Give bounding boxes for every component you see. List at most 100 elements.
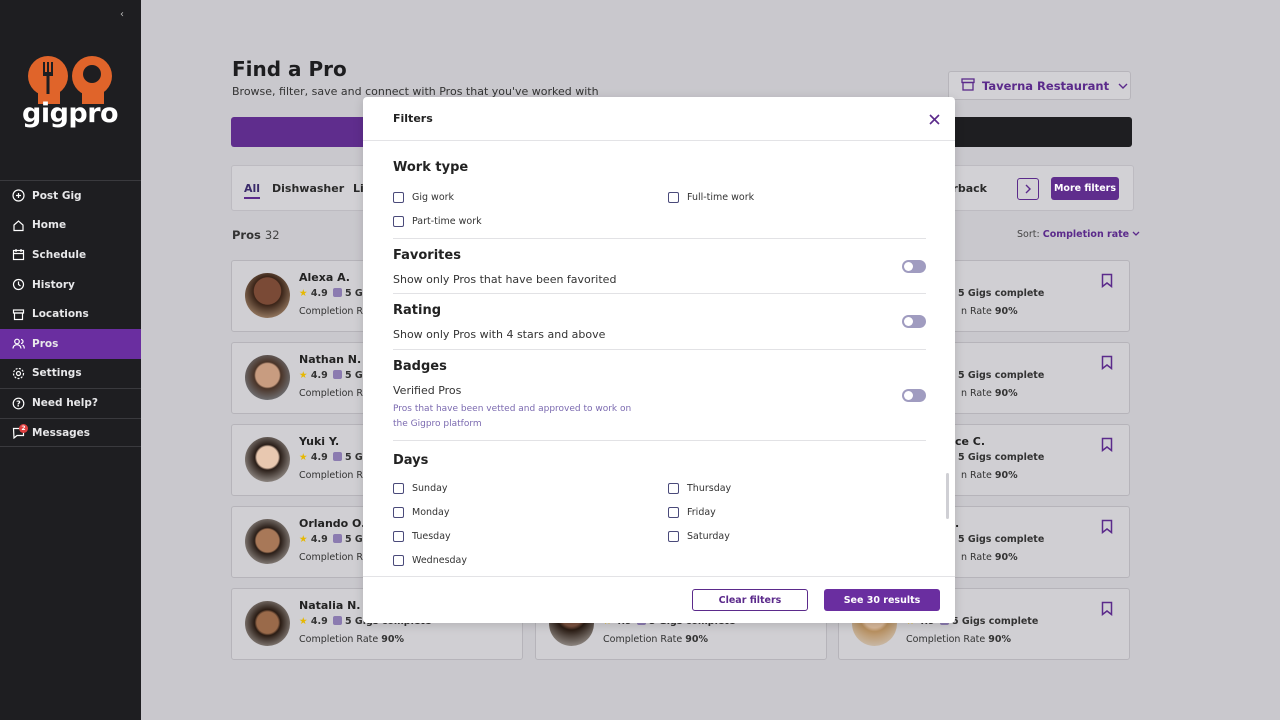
chevron-down-icon	[1132, 231, 1140, 236]
banner-dark[interactable]	[955, 117, 1132, 147]
checkbox-thursday[interactable]: Thursday	[668, 483, 731, 494]
logo-text: gigpro	[22, 98, 119, 129]
tab-dishwasher[interactable]: Dishwasher	[272, 182, 344, 195]
users-icon	[11, 337, 25, 351]
verified-pros-toggle[interactable]	[902, 389, 926, 402]
pro-name: ce C.	[955, 435, 986, 448]
completion-value: 90%	[381, 634, 404, 645]
checkbox[interactable]	[668, 531, 679, 542]
checkbox[interactable]	[393, 507, 404, 518]
checkbox[interactable]	[393, 192, 404, 203]
modal-scrollbar[interactable]	[946, 473, 949, 519]
checkbox-gig-work[interactable]: Gig work	[393, 192, 454, 203]
completion-rate: Completion Rate 90%	[906, 634, 1011, 645]
tabs-next-button[interactable]	[1017, 178, 1039, 200]
gigs-complete: 5 Gigs complete	[958, 452, 1045, 463]
completion-label: n Rate	[961, 470, 992, 481]
bookmark-icon[interactable]	[1101, 273, 1113, 292]
svg-text:?: ?	[16, 399, 21, 408]
bookmark-icon[interactable]	[1101, 601, 1113, 620]
checkbox[interactable]	[668, 192, 679, 203]
gigs-complete: 5 G	[345, 534, 363, 545]
checkbox-sunday[interactable]: Sunday	[393, 483, 448, 494]
completion-value: 90%	[994, 552, 1018, 563]
section-title: Badges	[393, 359, 447, 374]
completion-value: 90%	[994, 388, 1018, 399]
star-icon: ★	[299, 616, 308, 627]
completion-rate: Completion Rate 90%	[603, 634, 708, 645]
checkbox-tuesday[interactable]: Tuesday	[393, 531, 451, 542]
pros-count: Pros 32	[232, 228, 280, 242]
tab-all[interactable]: All	[244, 182, 261, 199]
completion-rate: n Rate 90%	[961, 306, 1018, 317]
favorites-toggle[interactable]	[902, 260, 926, 273]
sidebar-item-help[interactable]: ? Need help?	[0, 388, 141, 418]
sidebar-item-locations[interactable]: Locations	[0, 299, 141, 329]
check-icon	[332, 534, 342, 543]
sort-dropdown[interactable]: Sort: Completion rate	[1017, 229, 1140, 240]
pro-rating: ★ 4.9 5 G	[299, 452, 363, 463]
checkbox[interactable]	[668, 507, 679, 518]
checkbox-full-time-work[interactable]: Full-time work	[668, 192, 754, 203]
sidebar-item-post-gig[interactable]: Post Gig	[0, 181, 141, 211]
bookmark-icon[interactable]	[1101, 437, 1113, 456]
rating-section: Rating	[393, 303, 926, 318]
checkbox[interactable]	[393, 216, 404, 227]
sidebar-item-home[interactable]: Home	[0, 211, 141, 241]
checkbox-saturday[interactable]: Saturday	[668, 531, 730, 542]
completion-label: Completion Rate	[906, 634, 986, 645]
checkbox-friday[interactable]: Friday	[668, 507, 716, 518]
bookmark-icon[interactable]	[1101, 355, 1113, 374]
work-type-section: Work type	[393, 160, 926, 175]
sort-label: Sort:	[1017, 229, 1040, 240]
checkbox[interactable]	[393, 483, 404, 494]
pro-name: Alexa A.	[299, 271, 350, 284]
sidebar-item-history[interactable]: History	[0, 270, 141, 300]
sidebar-item-settings[interactable]: Settings	[0, 359, 141, 389]
checkbox-part-time-work[interactable]: Part-time work	[393, 216, 482, 227]
completion-rate: Completion R	[299, 552, 364, 563]
sidebar-item-label: History	[32, 278, 75, 291]
sidebar-item-messages[interactable]: 2 Messages	[0, 417, 141, 448]
checkbox[interactable]	[393, 531, 404, 542]
sidebar-nav: Post Gig Home Schedule History Locations	[0, 180, 141, 448]
checkbox[interactable]	[668, 483, 679, 494]
sidebar-item-pros[interactable]: Pros	[0, 328, 141, 359]
clear-filters-button[interactable]: Clear filters	[692, 589, 808, 611]
section-title: Work type	[393, 160, 469, 175]
close-icon[interactable]	[929, 111, 940, 129]
bookmark-icon[interactable]	[1101, 519, 1113, 538]
calendar-icon	[11, 248, 25, 262]
pros-count-value: 32	[264, 228, 280, 242]
pro-name: Orlando O.	[299, 517, 366, 530]
rating-value: 4.9	[310, 370, 328, 381]
page-title: Find a Pro	[232, 57, 347, 81]
restaurant-selector[interactable]: Taverna Restaurant	[948, 71, 1131, 100]
more-filters-button[interactable]: More filters	[1051, 177, 1119, 200]
chevron-left-icon[interactable]: ‹	[120, 9, 124, 20]
banner[interactable]	[231, 117, 366, 147]
sidebar-item-schedule[interactable]: Schedule	[0, 240, 141, 270]
divider	[393, 349, 926, 350]
gigs-complete: 5 G	[345, 370, 363, 381]
completion-label: n Rate	[961, 552, 992, 563]
avatar	[245, 273, 290, 318]
rating-toggle[interactable]	[902, 315, 926, 328]
checkbox[interactable]	[393, 555, 404, 566]
section-title: Rating	[393, 303, 442, 318]
completion-label: n Rate	[961, 388, 992, 399]
help-icon: ?	[11, 396, 25, 410]
gigs-complete: 5 Gigs complete	[952, 616, 1039, 627]
checkbox-label: Saturday	[687, 531, 730, 542]
checkbox-label: Tuesday	[412, 531, 451, 542]
sidebar-item-label: Messages	[32, 426, 91, 439]
modal-body[interactable]: Work type Gig work Full-time work Part-t…	[363, 142, 955, 576]
gigpro-logo[interactable]: gigpro	[22, 50, 119, 129]
see-results-button[interactable]: See 30 results	[824, 589, 940, 611]
sidebar-item-label: Need help?	[32, 397, 99, 410]
gigs-complete: 5 Gigs complete	[958, 288, 1045, 299]
checkbox-monday[interactable]: Monday	[393, 507, 450, 518]
completion-rate: Completion R	[299, 306, 364, 317]
checkbox-label: Wednesday	[412, 555, 468, 566]
checkbox-wednesday[interactable]: Wednesday	[393, 555, 467, 566]
